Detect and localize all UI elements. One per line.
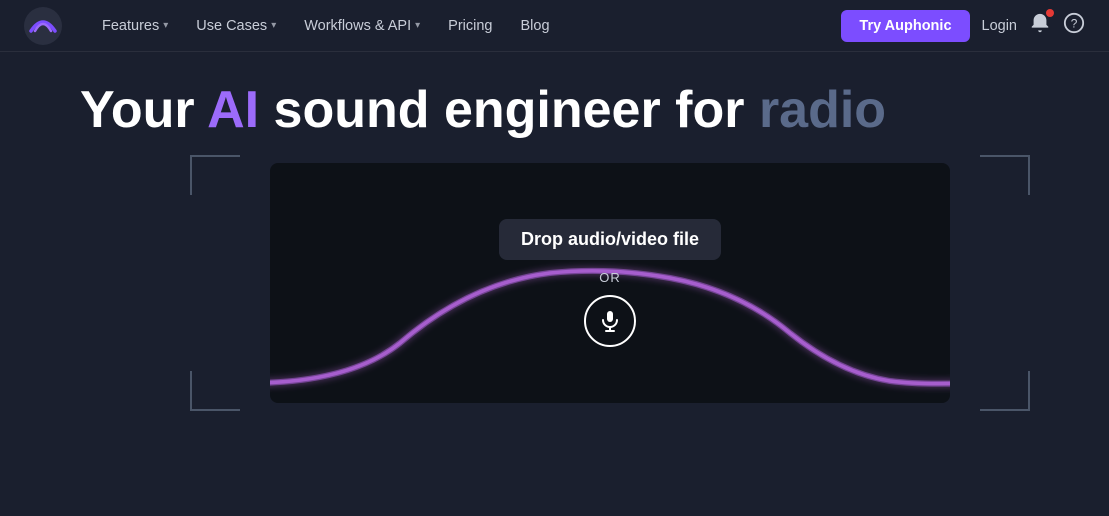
hero-title: Your AI sound engineer for radio bbox=[80, 82, 1029, 139]
navbar: Features ▾ Use Cases ▾ Workflows & API ▾… bbox=[0, 0, 1109, 52]
bracket-bottom-right bbox=[980, 371, 1030, 411]
bracket-top-left bbox=[190, 155, 240, 195]
or-text: OR bbox=[599, 270, 621, 285]
chevron-down-icon: ▾ bbox=[271, 20, 276, 31]
bracket-top-right bbox=[980, 155, 1030, 195]
drop-label: Drop audio/video file bbox=[499, 219, 721, 260]
notification-badge bbox=[1046, 9, 1054, 17]
nav-item-blog[interactable]: Blog bbox=[508, 12, 561, 40]
microphone-button[interactable] bbox=[584, 295, 636, 347]
nav-item-features[interactable]: Features ▾ bbox=[90, 12, 180, 40]
nav-links: Features ▾ Use Cases ▾ Workflows & API ▾… bbox=[90, 12, 841, 40]
svg-text:?: ? bbox=[1071, 17, 1078, 31]
hero-ai-text: AI bbox=[207, 81, 259, 139]
microphone-icon bbox=[598, 309, 622, 333]
bracket-bottom-left bbox=[190, 371, 240, 411]
help-icon[interactable]: ? bbox=[1063, 12, 1085, 39]
try-auphonic-button[interactable]: Try Auphonic bbox=[841, 10, 969, 42]
nav-item-pricing[interactable]: Pricing bbox=[436, 12, 504, 40]
nav-right: Try Auphonic Login ? bbox=[841, 10, 1085, 42]
demo-box[interactable]: Drop audio/video file OR bbox=[270, 163, 950, 403]
nav-item-workflows[interactable]: Workflows & API ▾ bbox=[292, 12, 432, 40]
hero-radio-text: radio bbox=[759, 81, 886, 139]
chevron-down-icon: ▾ bbox=[415, 20, 420, 31]
notification-bell-icon[interactable] bbox=[1029, 12, 1051, 39]
drop-zone[interactable]: Drop audio/video file OR bbox=[499, 219, 721, 347]
login-button[interactable]: Login bbox=[982, 18, 1017, 34]
chevron-down-icon: ▾ bbox=[163, 20, 168, 31]
hero-section: Your AI sound engineer for radio bbox=[0, 52, 1109, 403]
nav-item-use-cases[interactable]: Use Cases ▾ bbox=[184, 12, 288, 40]
demo-container: Drop audio/video file OR bbox=[200, 163, 1020, 403]
logo[interactable] bbox=[24, 7, 62, 45]
